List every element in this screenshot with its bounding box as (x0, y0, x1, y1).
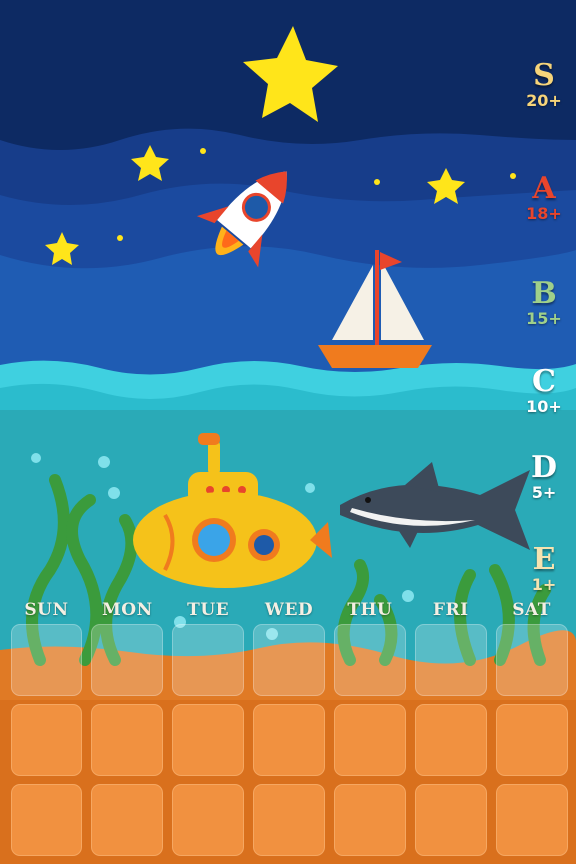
weekday-tue: TUE (187, 600, 230, 620)
calendar-day-cell[interactable] (495, 784, 568, 856)
calendar-day-cell[interactable] (172, 704, 245, 776)
calendar-day-cell[interactable] (495, 624, 568, 696)
calendar-day-cell[interactable] (91, 704, 164, 776)
grade-letter: S (533, 58, 555, 93)
calendar-day-cell[interactable] (10, 784, 83, 856)
weekday-wed: WED (264, 600, 314, 620)
grade-letter: E (532, 542, 556, 577)
weekday-fri: FRI (432, 600, 469, 620)
calendar-day-cell[interactable] (333, 704, 406, 776)
grade-letter: B (531, 276, 557, 311)
grade-requirement: 15+ (526, 309, 562, 328)
calendar-day-cell[interactable] (495, 704, 568, 776)
grade-e: E 1+ (520, 544, 568, 594)
calendar-day-cell[interactable] (172, 784, 245, 856)
calendar-day-cell[interactable] (172, 624, 245, 696)
calendar-grid (6, 624, 572, 864)
calendar-day-cell[interactable] (10, 624, 83, 696)
weekday-thu: THU (347, 600, 393, 620)
grade-requirement: 5+ (531, 483, 557, 502)
grade-letter: D (530, 450, 557, 485)
calendar-day-cell[interactable] (253, 704, 325, 776)
grade-letter: A (532, 171, 556, 206)
calendar-day-cell[interactable] (414, 624, 487, 696)
grade-requirement: 20+ (526, 91, 562, 110)
calendar-day-cell[interactable] (414, 704, 487, 776)
weekday-header: SUN MON TUE WED THU FRI SAT (6, 600, 572, 620)
grade-c: C 10+ (520, 366, 568, 416)
calendar-week-row (6, 624, 572, 704)
calendar-day-cell[interactable] (253, 624, 325, 696)
weekday-mon: MON (101, 600, 153, 620)
calendar-day-cell[interactable] (333, 784, 406, 856)
weekday-sat: SAT (512, 600, 551, 620)
grade-a: A 18+ (520, 173, 568, 223)
grade-letter: C (532, 364, 556, 399)
grade-s: S 20+ (520, 60, 568, 110)
grade-d: D 5+ (520, 452, 568, 502)
calendar-week-row (6, 704, 572, 784)
calendar-day-cell[interactable] (10, 704, 83, 776)
weekday-sun: SUN (24, 600, 69, 620)
grade-b: B 15+ (520, 278, 568, 328)
calendar-day-cell[interactable] (91, 624, 164, 696)
calendar-day-cell[interactable] (91, 784, 164, 856)
grade-requirement: 18+ (526, 204, 562, 223)
grade-requirement: 10+ (526, 397, 562, 416)
grade-requirement: 1+ (531, 575, 557, 594)
calendar-day-cell[interactable] (414, 784, 487, 856)
calendar-day-cell[interactable] (253, 784, 325, 856)
calendar-day-cell[interactable] (333, 624, 406, 696)
calendar-week-row (6, 784, 572, 864)
